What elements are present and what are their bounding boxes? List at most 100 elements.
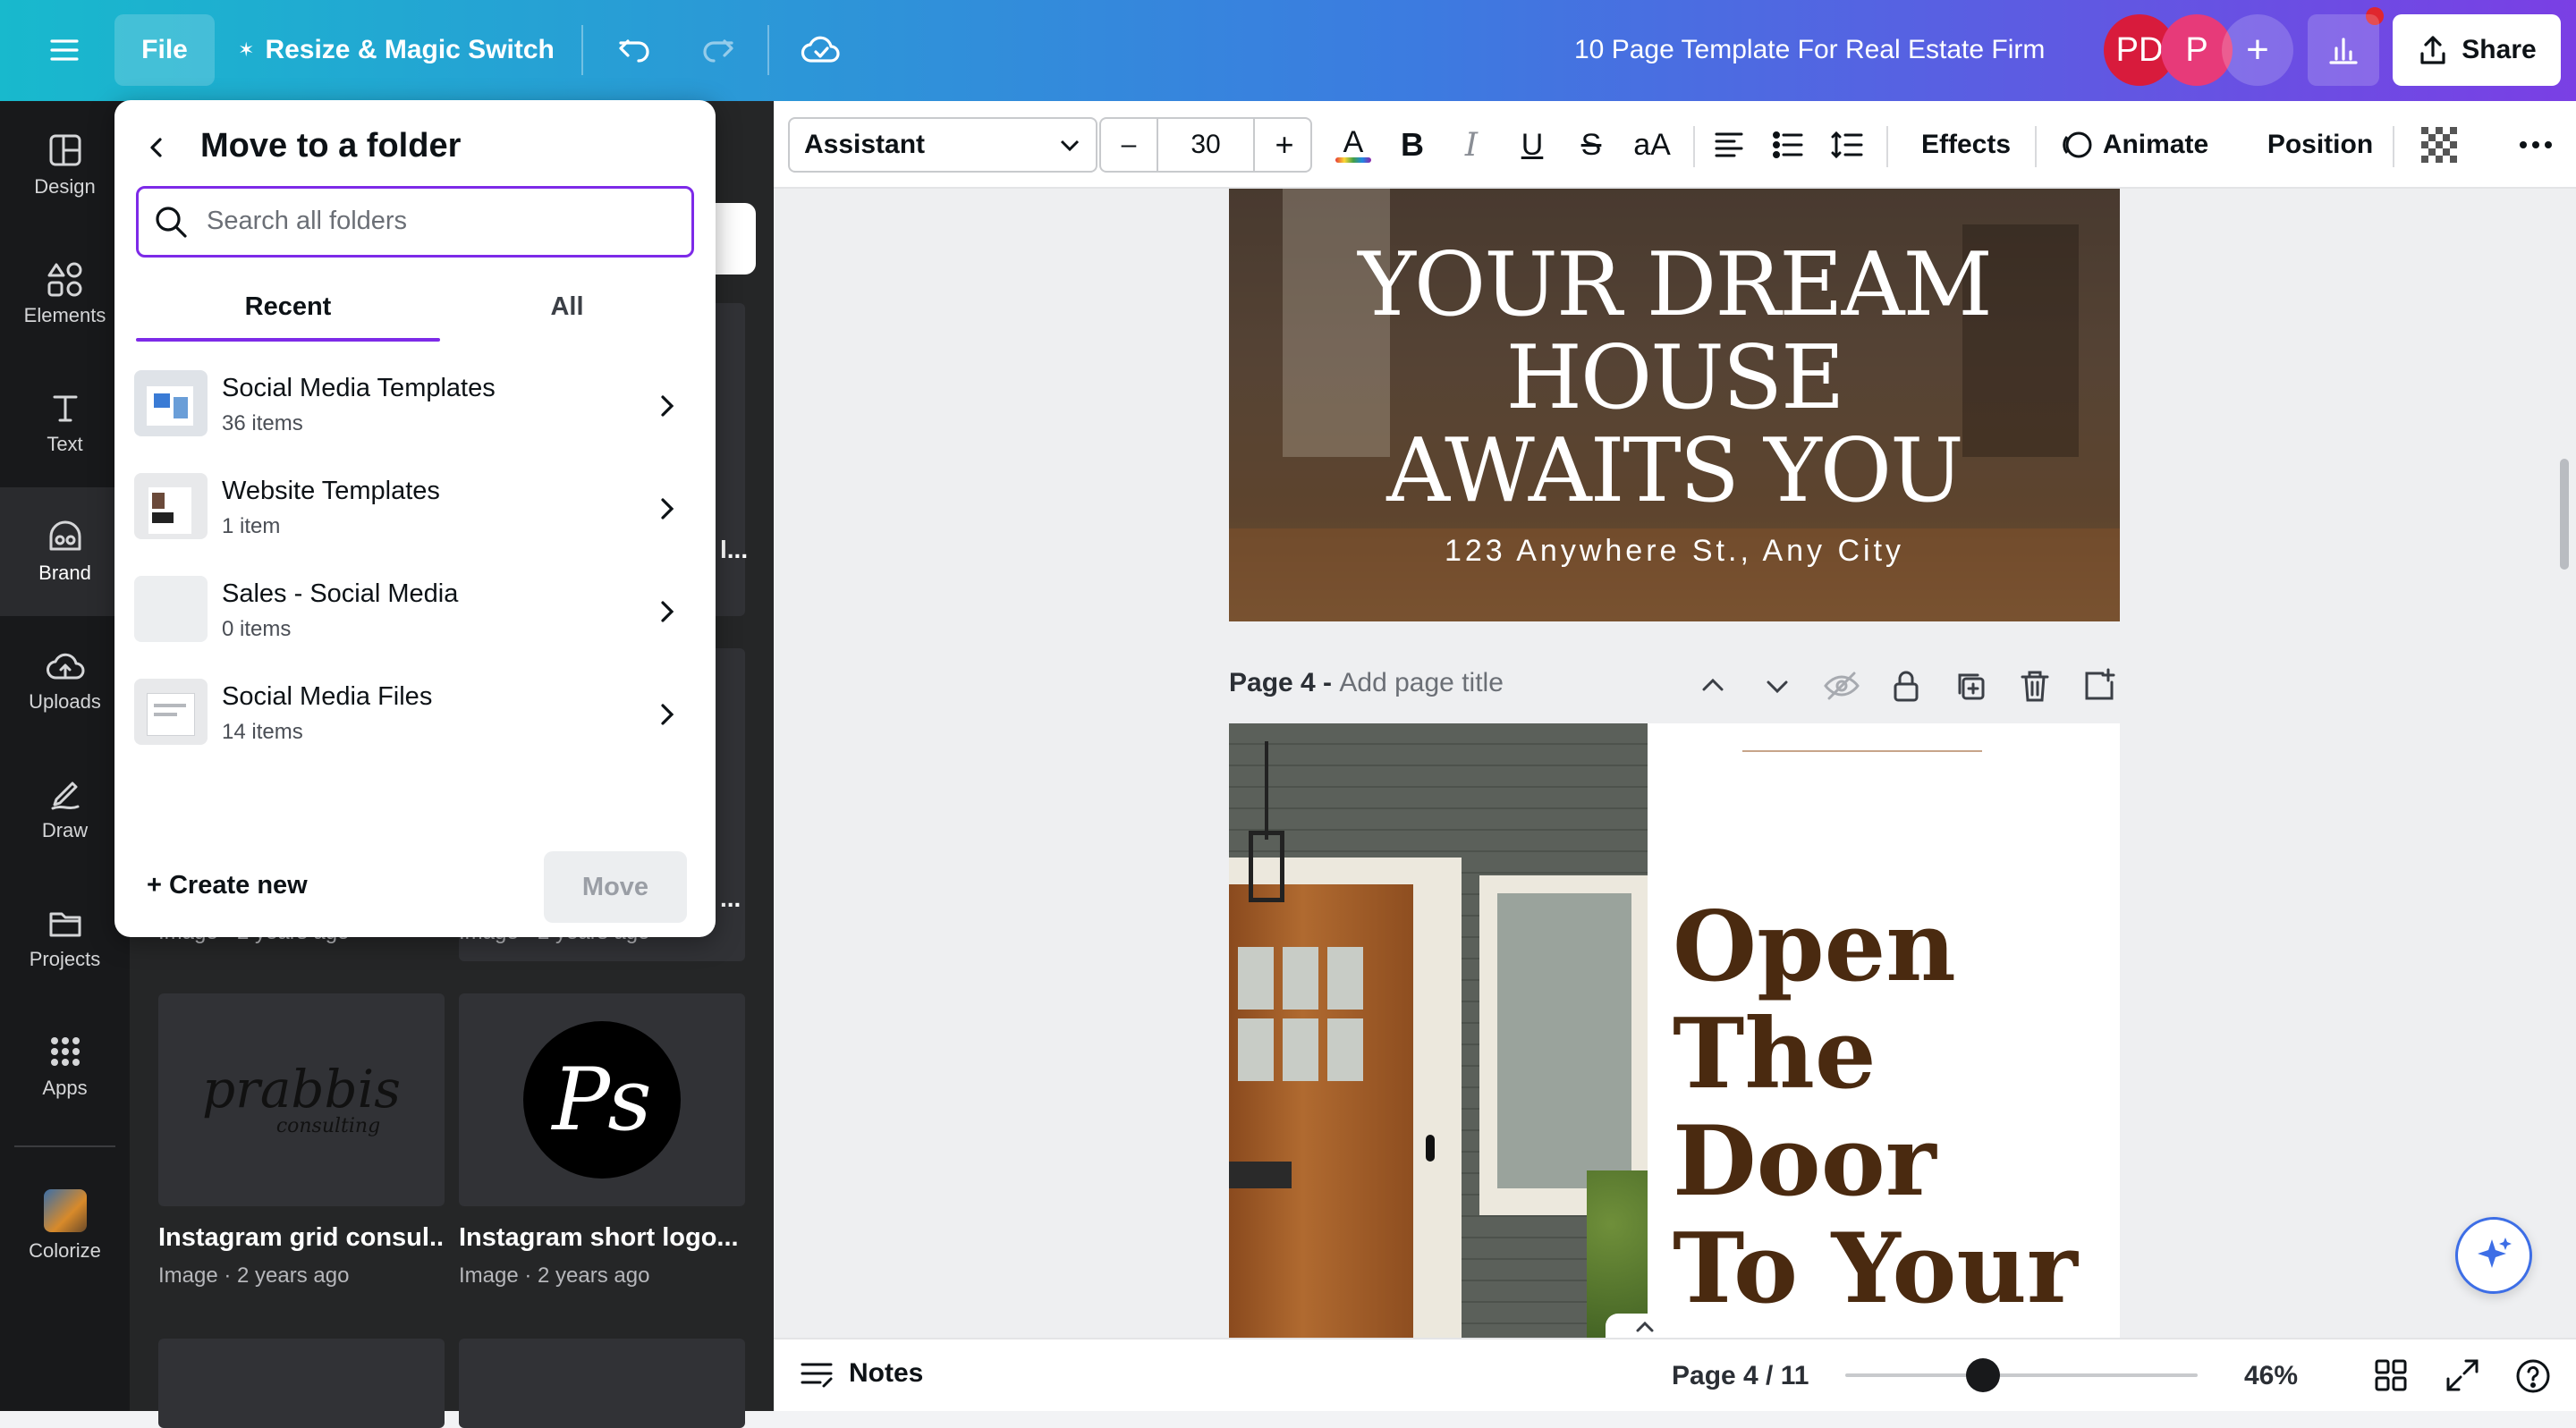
sparkle-icon [2478, 1238, 2512, 1268]
headline-line: Open [1673, 891, 1956, 1003]
rail-item-text[interactable]: Text [0, 359, 130, 487]
italic-button[interactable]: I [1446, 117, 1496, 173]
zoom-slider-handle[interactable] [1965, 1358, 2000, 1392]
image-thumbnail[interactable] [459, 1339, 745, 1428]
folder-search-input[interactable]: Search all folders [136, 186, 694, 258]
analytics-icon[interactable] [2308, 14, 2379, 86]
add-collaborator-icon[interactable]: + [2222, 14, 2293, 86]
position-button[interactable]: Position [2262, 117, 2378, 173]
headline-line: AWAITS YOU [1386, 420, 1963, 522]
image-thumbnail[interactable]: prabbis consulting [158, 993, 445, 1206]
canvas-scrollbar[interactable] [2560, 459, 2569, 570]
folder-count: 1 item [222, 514, 281, 538]
hide-page-icon[interactable] [1820, 664, 1863, 707]
bold-button[interactable]: B [1387, 117, 1437, 173]
cloud-upload-icon [46, 653, 84, 680]
effects-button[interactable]: Effects [1908, 117, 2024, 173]
page-label: Page 4 - Add page title [1229, 668, 1504, 697]
menu-icon[interactable] [39, 25, 89, 75]
folder-name: Social Media Files [222, 682, 433, 711]
rail-item-apps[interactable]: Apps [0, 1002, 130, 1131]
help-icon[interactable] [2514, 1357, 2552, 1399]
bullet-list-icon[interactable] [1763, 117, 1813, 173]
duplicate-page-icon[interactable] [1949, 664, 1992, 707]
text-icon [53, 395, 77, 422]
rail-item-colorize[interactable]: Colorize [0, 1162, 130, 1290]
create-new-folder-button[interactable]: + Create new [147, 871, 308, 900]
decrease-font-size-button[interactable]: – [1101, 117, 1157, 173]
animate-button[interactable]: Animate [2058, 117, 2210, 173]
show-pages-handle[interactable] [1606, 1314, 1684, 1338]
move-button[interactable]: Move [544, 851, 687, 923]
chevron-right-icon [661, 601, 674, 622]
move-page-down-icon[interactable] [1756, 664, 1799, 707]
chevron-right-icon [661, 498, 674, 520]
chevron-down-icon [1060, 139, 1080, 152]
fullscreen-icon[interactable] [2445, 1357, 2480, 1398]
lock-page-icon[interactable] [1885, 664, 1928, 707]
image-thumbnail[interactable] [158, 1339, 445, 1428]
folder-row[interactable]: Social Media Files 14 items [134, 666, 696, 766]
rail-item-uploads[interactable]: Uploads [0, 616, 130, 745]
page-title-input[interactable]: Add page title [1339, 668, 1503, 697]
zoom-slider[interactable] [1845, 1358, 2198, 1392]
folder-row[interactable]: Website Templates 1 item [134, 461, 696, 561]
share-icon [2420, 36, 2445, 64]
rail-item-design[interactable]: Design [0, 101, 130, 230]
logo-circle: Ps [523, 1021, 681, 1179]
cloud-saved-icon[interactable] [794, 25, 848, 75]
move-page-up-icon[interactable] [1691, 664, 1734, 707]
move-to-folder-dialog: Move to a folder Search all folders Rece… [114, 100, 716, 937]
redo-icon[interactable] [691, 25, 744, 75]
underline-button[interactable]: U [1507, 117, 1557, 173]
folder-row[interactable]: Sales - Social Media 0 items [134, 563, 696, 663]
share-button[interactable]: Share [2393, 14, 2561, 86]
document-title[interactable]: 10 Page Template For Real Estate Firm [1574, 25, 2045, 75]
zoom-level[interactable]: 46% [2244, 1361, 2298, 1391]
rail-item-brand[interactable]: Brand [0, 487, 130, 616]
strikethrough-button[interactable]: S [1566, 117, 1616, 173]
folder-icon [49, 912, 80, 937]
top-bar: File ✶ Resize & Magic Switch 10 Page Tem… [0, 0, 2576, 101]
line-spacing-icon[interactable] [1822, 117, 1872, 173]
page-3[interactable]: YOUR DREAM HOUSE AWAITS YOU 123 Anywhere… [1229, 189, 2120, 621]
increase-font-size-button[interactable]: + [1257, 117, 1312, 173]
thumbnail-meta: Image · 2 years ago [459, 1263, 650, 1288]
image-thumbnail[interactable]: Ps [459, 993, 745, 1206]
rail-item-draw[interactable]: Draw [0, 745, 130, 874]
resize-magic-switch-button[interactable]: ✶ Resize & Magic Switch [238, 14, 555, 86]
transparency-icon[interactable] [2414, 117, 2464, 173]
file-menu-button[interactable]: File [114, 14, 215, 86]
search-icon [156, 207, 187, 238]
font-family-select[interactable]: Assistant [788, 117, 1097, 173]
folder-row[interactable]: Social Media Templates 36 items [134, 358, 696, 458]
rail-item-elements[interactable]: Elements [0, 230, 130, 359]
tab-recent[interactable]: Recent [136, 275, 440, 338]
font-size-input[interactable]: 30 [1160, 117, 1251, 173]
align-left-icon[interactable] [1704, 117, 1754, 173]
more-options-icon[interactable] [2511, 117, 2561, 173]
text-color-button[interactable]: A [1328, 117, 1378, 173]
back-arrow-icon[interactable] [134, 125, 179, 170]
rail-divider [14, 1145, 115, 1147]
bottom-bar: Notes Page 4 / 11 46% [774, 1338, 2576, 1411]
magic-assistant-button[interactable] [2455, 1217, 2532, 1294]
door-photo[interactable] [1229, 723, 1648, 1338]
page-4[interactable]: Open The Door To Your New [1229, 723, 2120, 1338]
design-icon [49, 134, 80, 166]
animate-icon [2063, 131, 2092, 158]
logo-script-text: prabbis [201, 1058, 401, 1120]
tab-all[interactable]: All [440, 275, 694, 338]
letter-case-button[interactable]: aA [1623, 117, 1681, 173]
folder-count: 0 items [222, 617, 292, 641]
undo-icon[interactable] [608, 25, 662, 75]
rail-item-projects[interactable]: Projects [0, 874, 130, 1002]
text-color-icon: A [1343, 125, 1364, 159]
add-page-icon[interactable] [2078, 664, 2121, 707]
grid-view-icon[interactable] [2373, 1357, 2409, 1398]
delete-page-icon[interactable] [2013, 664, 2056, 707]
address-text: 123 Anywhere St., Any City [1444, 534, 1905, 568]
notes-button[interactable]: Notes [799, 1357, 923, 1390]
page-indicator[interactable]: Page 4 / 11 [1672, 1361, 1809, 1391]
chevron-right-icon [661, 704, 674, 725]
